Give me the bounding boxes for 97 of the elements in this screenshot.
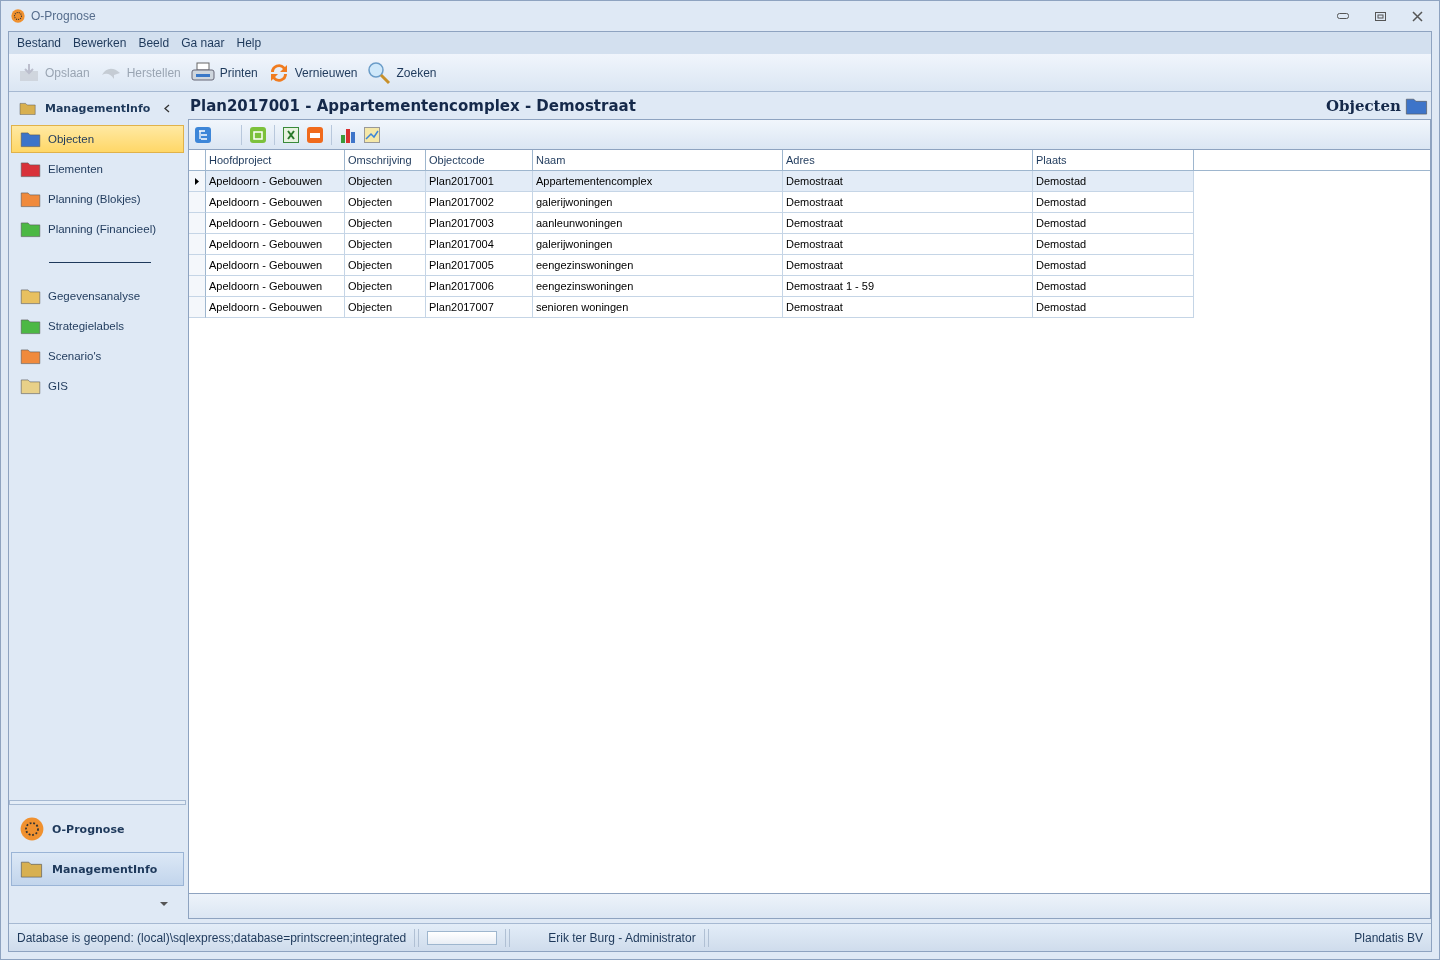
table-cell: Plan2017001	[426, 171, 533, 192]
table-cell: galerijwoningen	[533, 192, 783, 213]
column-header[interactable]: Plaats	[1033, 150, 1194, 170]
folder-icon	[20, 160, 42, 178]
menu-item[interactable]: Beeld	[132, 36, 176, 50]
column-header[interactable]: Hoofdproject	[206, 150, 345, 170]
menu-item[interactable]: Bestand	[11, 36, 68, 50]
nav-item[interactable]: GIS	[11, 372, 184, 400]
status-text: Erik ter Burg - Administrator	[547, 930, 697, 945]
folder-icon	[20, 287, 42, 305]
nav-item[interactable]: Scenario's	[11, 342, 184, 370]
window-icon[interactable]	[250, 126, 266, 143]
content-title: Plan2017001 - Appartementencomplex - Demostraat	[190, 96, 636, 115]
status-text: Database is geopend: (local)\sqlexpress;database=printscreen;integrated	[16, 930, 408, 945]
folder-icon	[20, 130, 42, 148]
table-cell: Apeldoorn - Gebouwen	[206, 192, 345, 213]
table-cell: Demostad	[1033, 171, 1194, 192]
table-cell: Demostraat	[783, 234, 1033, 255]
folder-icon	[20, 347, 42, 365]
table-cell: Demostad	[1033, 255, 1194, 276]
table-cell: Plan2017003	[426, 213, 533, 234]
folder-icon	[19, 100, 37, 116]
column-header[interactable]: Omschrijving	[345, 150, 426, 170]
bar-chart-icon[interactable]	[340, 126, 356, 143]
tree-view-icon[interactable]	[195, 126, 211, 143]
table-cell: Demostad	[1033, 192, 1194, 213]
table-cell: Plan2017007	[426, 297, 533, 318]
dropdown-arrow-icon[interactable]	[160, 902, 168, 906]
pane-button[interactable]: ManagementInfo	[11, 852, 184, 886]
table-cell: Demostad	[1033, 276, 1194, 297]
table-cell: Apeldoorn - Gebouwen	[206, 234, 345, 255]
section-title: Objecten	[1325, 95, 1429, 116]
menu-item[interactable]: Ga naar	[175, 36, 231, 50]
column-header[interactable]: Objectcode	[426, 150, 533, 170]
table-cell: Demostraat 1 - 59	[783, 276, 1033, 297]
table-cell: Demostad	[1033, 213, 1194, 234]
table-cell: Objecten	[345, 234, 426, 255]
table-cell: Demostraat	[783, 297, 1033, 318]
table-cell: Demostad	[1033, 234, 1194, 255]
folder-icon	[20, 377, 42, 395]
menu-item[interactable]: Help	[230, 36, 268, 50]
table-cell: eengezinswoningen	[533, 276, 783, 297]
table-cell: Objecten	[345, 255, 426, 276]
table-cell: Plan2017004	[426, 234, 533, 255]
row-indicator[interactable]	[189, 171, 206, 192]
search-icon	[367, 60, 392, 85]
toolbar-button[interactable]: Printen	[187, 59, 261, 86]
collapse-icon[interactable]	[164, 103, 170, 113]
table-cell: aanleunwoningen	[533, 213, 783, 234]
table-cell: Apeldoorn - Gebouwen	[206, 171, 345, 192]
table-cell: Demostad	[1033, 297, 1194, 318]
table-cell: senioren woningen	[533, 297, 783, 318]
table-cell: Plan2017006	[426, 276, 533, 297]
folder-icon	[20, 220, 42, 238]
table-cell: Plan2017002	[426, 192, 533, 213]
nav-item[interactable]: Objecten	[11, 125, 184, 153]
nav-item[interactable]: Planning (Financieel)	[11, 215, 184, 243]
table-cell: Demostraat	[783, 213, 1033, 234]
current-row-icon	[195, 177, 199, 185]
nav-item[interactable]: Planning (Blokjes)	[11, 185, 184, 213]
restore-icon[interactable]	[1375, 11, 1386, 21]
app-logo-icon	[11, 9, 25, 23]
sidebar-title: ManagementInfo	[45, 101, 152, 115]
table-cell: Apeldoorn - Gebouwen	[206, 297, 345, 318]
close-icon[interactable]	[1412, 10, 1423, 22]
table-cell: Demostraat	[783, 192, 1033, 213]
toolbar-button[interactable]: Zoeken	[364, 58, 440, 87]
column-header[interactable]: Adres	[783, 150, 1033, 170]
table-cell: Appartementencomplex	[533, 171, 783, 192]
table-cell: Apeldoorn - Gebouwen	[206, 213, 345, 234]
table-cell: Apeldoorn - Gebouwen	[206, 276, 345, 297]
table-cell: Objecten	[345, 276, 426, 297]
pane-button[interactable]: O-Prognose	[11, 812, 184, 846]
minimize-icon[interactable]	[1337, 13, 1349, 19]
table-cell: Objecten	[345, 192, 426, 213]
table-cell: Objecten	[345, 171, 426, 192]
spreadsheet-icon[interactable]	[283, 126, 299, 143]
table-cell: Apeldoorn - Gebouwen	[206, 255, 345, 276]
nav-item[interactable]: Strategielabels	[11, 312, 184, 340]
menu-item[interactable]: Bewerken	[67, 36, 133, 50]
table-cell: eengezinswoningen	[533, 255, 783, 276]
table-cell: Objecten	[345, 297, 426, 318]
table-cell: galerijwoningen	[533, 234, 783, 255]
column-header[interactable]: Naam	[533, 150, 783, 170]
nav-item[interactable]: Elementen	[11, 155, 184, 183]
table-cell: Demostraat	[783, 255, 1033, 276]
status-text: Plandatis BV	[1353, 930, 1424, 945]
folder-icon	[20, 859, 44, 879]
toolbar-button[interactable]: Vernieuwen	[264, 59, 361, 86]
table-cell: Plan2017005	[426, 255, 533, 276]
folder-icon	[20, 190, 42, 208]
table-cell: Demostraat	[783, 171, 1033, 192]
table-cell: Objecten	[345, 213, 426, 234]
save-icon	[18, 62, 40, 83]
window-title: O-Prognose	[31, 9, 97, 23]
nav-item[interactable]: Gegevensanalyse	[11, 282, 184, 310]
folder-icon	[20, 317, 42, 335]
